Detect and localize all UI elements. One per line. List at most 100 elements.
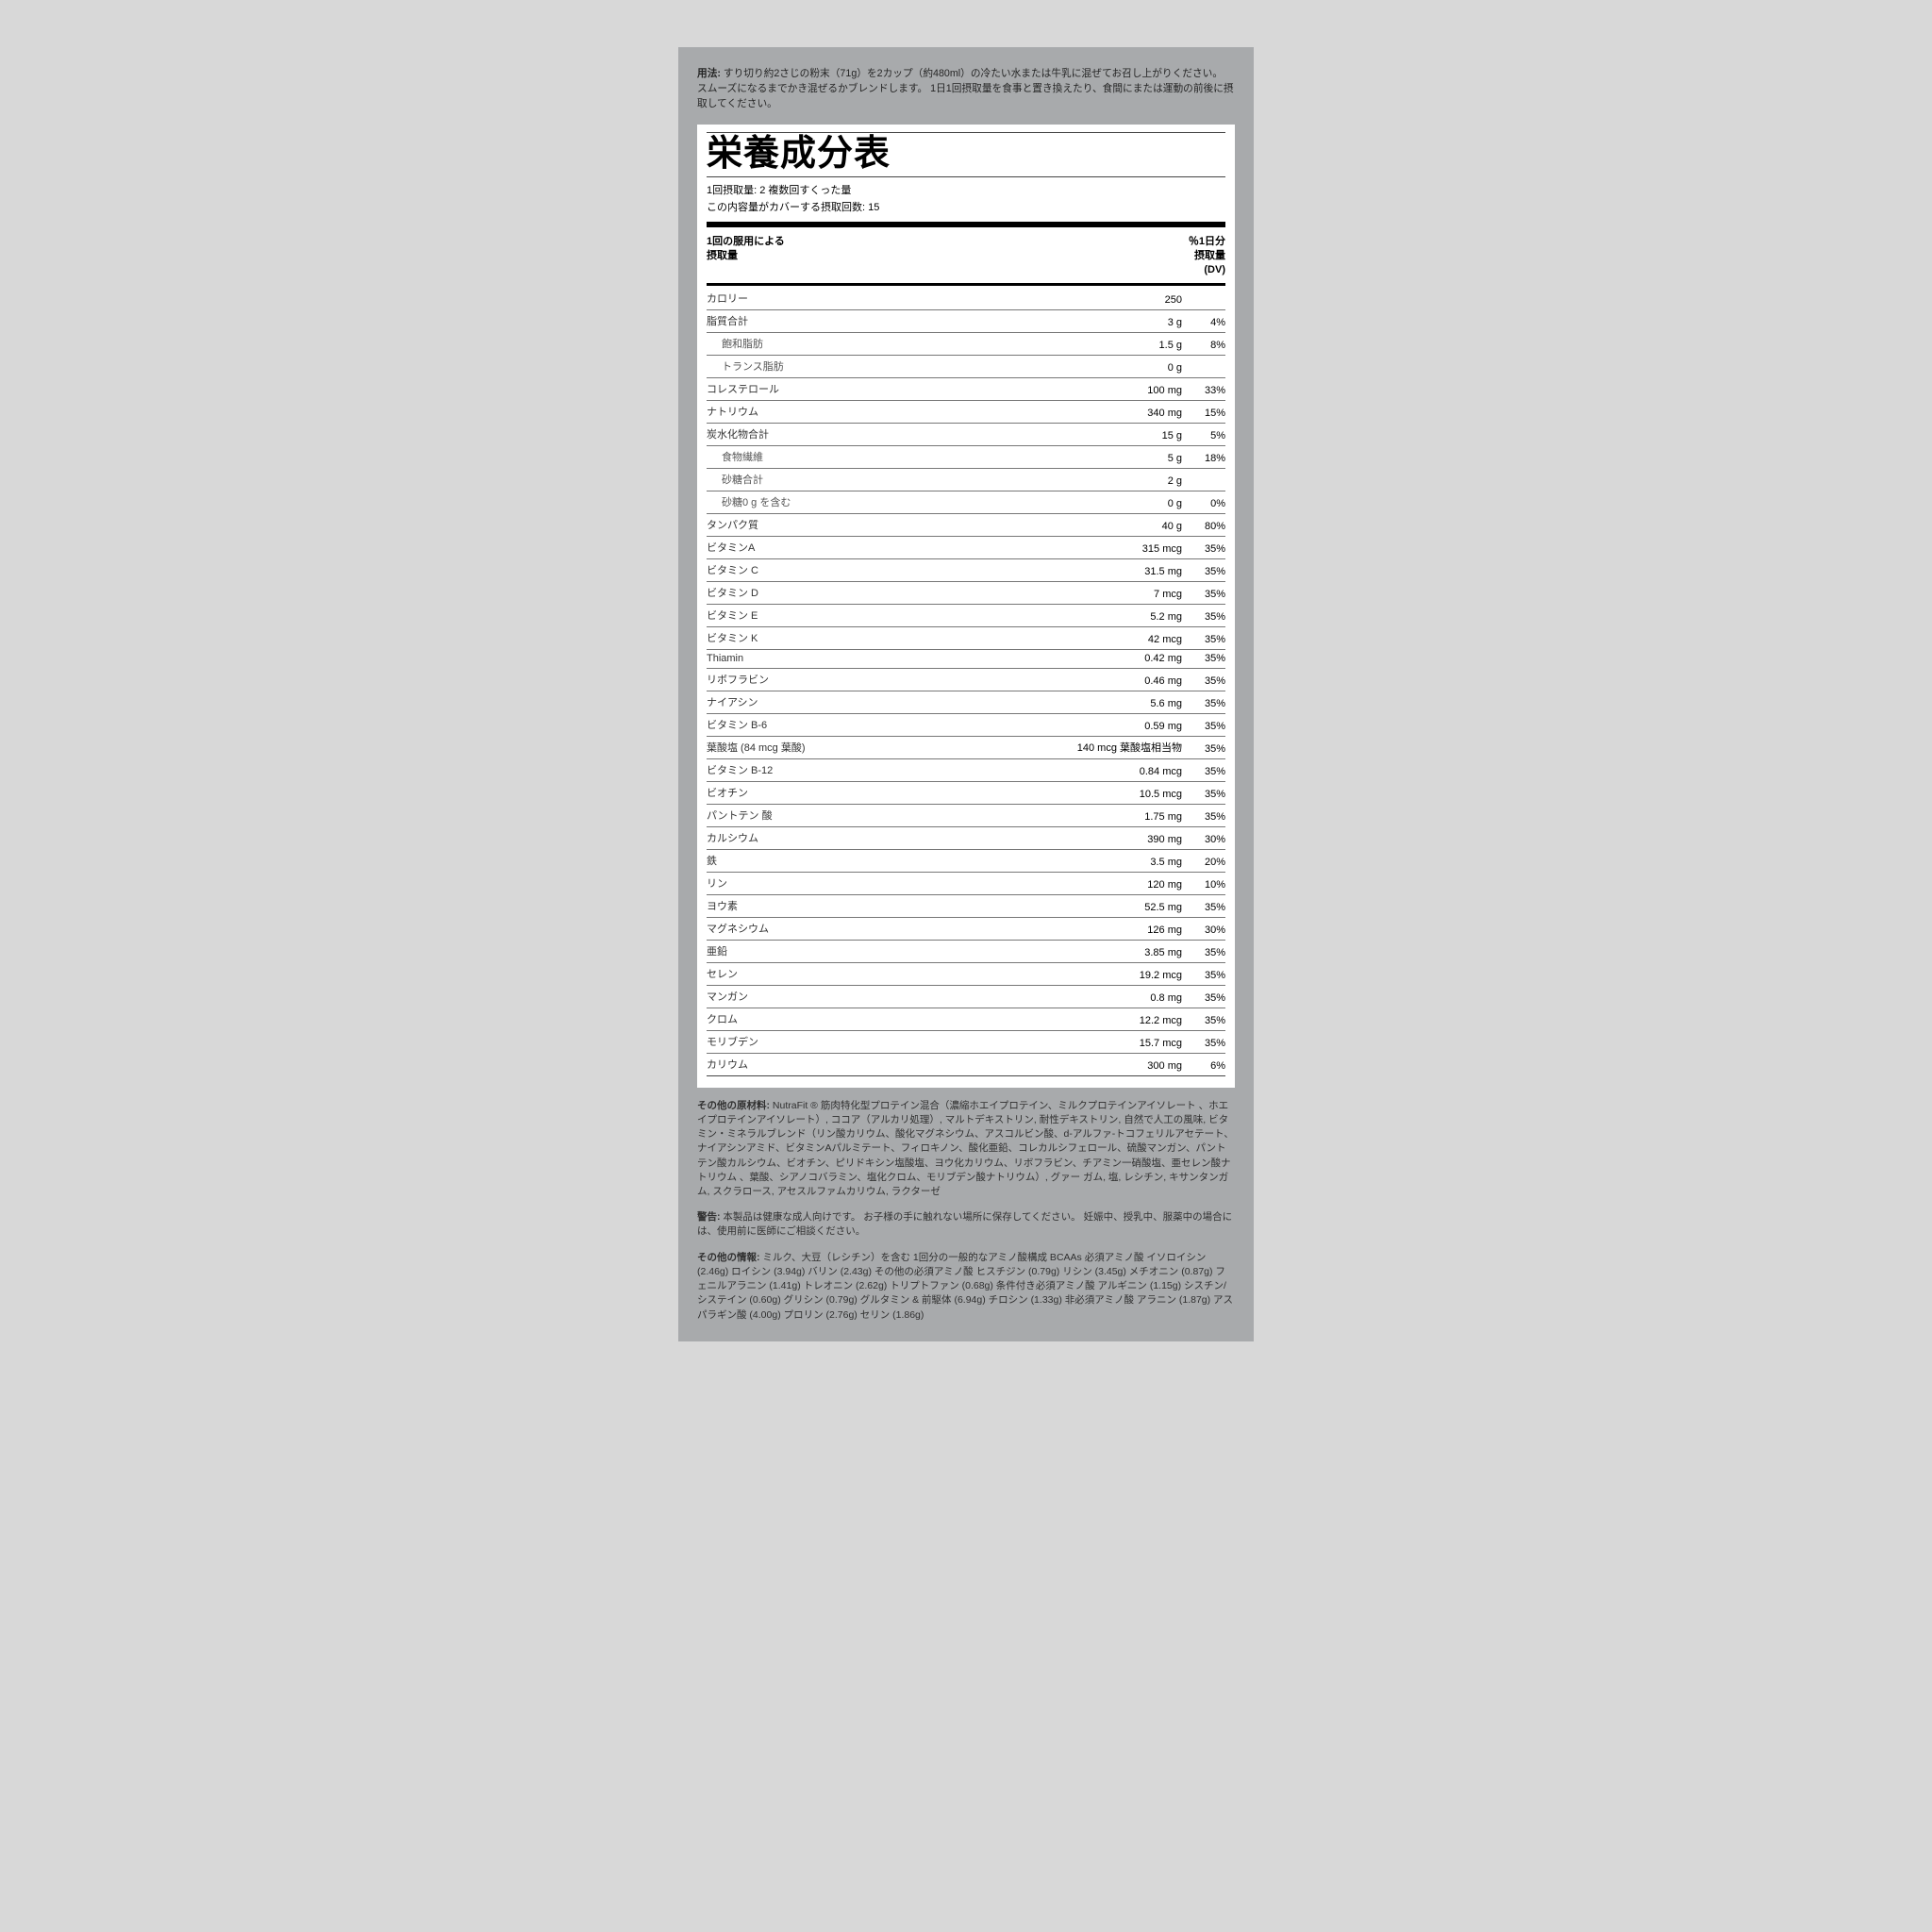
- nutrient-dv: 35%: [1188, 626, 1225, 649]
- table-row: 飽和脂肪1.5 g8%: [707, 332, 1225, 355]
- nutrient-dv: 35%: [1188, 781, 1225, 804]
- nutrient-dv: 20%: [1188, 849, 1225, 872]
- nutrient-name: 砂糖合計: [707, 468, 1050, 491]
- nutrient-amount: 120 mg: [1050, 872, 1188, 894]
- nutrient-amount: 3 g: [1050, 309, 1188, 332]
- table-row: 炭水化物合計15 g5%: [707, 423, 1225, 445]
- nutrient-name: モリブデン: [707, 1030, 1050, 1053]
- nutrition-table: カロリー250脂質合計3 g4%飽和脂肪1.5 g8%トランス脂肪0 gコレステ…: [707, 288, 1225, 1075]
- usage-block: 用法: すり切り約2さじの粉末（71g）を2カップ（約480ml）の冷たい水また…: [697, 66, 1235, 111]
- nutrient-amount: 5 g: [1050, 445, 1188, 468]
- table-row: ビタミン B-60.59 mg35%: [707, 713, 1225, 736]
- nutrient-amount: 19.2 mcg: [1050, 962, 1188, 985]
- table-row: ビタミン E5.2 mg35%: [707, 604, 1225, 626]
- nutrient-name: コレステロール: [707, 377, 1050, 400]
- table-row: モリブデン15.7 mcg35%: [707, 1030, 1225, 1053]
- nutrient-dv: 18%: [1188, 445, 1225, 468]
- nutrient-dv: 35%: [1188, 1030, 1225, 1053]
- nutrient-amount: 390 mg: [1050, 826, 1188, 849]
- hdr-right-1: ％1日分: [1189, 235, 1225, 249]
- nutrient-name: マンガン: [707, 985, 1050, 1008]
- nutrient-amount: 0.8 mg: [1050, 985, 1188, 1008]
- nutrient-dv: [1188, 288, 1225, 310]
- nutrient-amount: 300 mg: [1050, 1053, 1188, 1075]
- nutrient-amount: 15.7 mcg: [1050, 1030, 1188, 1053]
- nutrient-name: パントテン 酸: [707, 804, 1050, 826]
- usage-label: 用法:: [697, 68, 721, 79]
- nutrient-dv: 35%: [1188, 649, 1225, 668]
- panel-title: 栄養成分表: [707, 133, 1225, 176]
- nutrient-amount: 0.84 mcg: [1050, 758, 1188, 781]
- hdr-right-3: (DV): [1189, 263, 1225, 277]
- nutrient-dv: 35%: [1188, 581, 1225, 604]
- nutrient-amount: 31.5 mg: [1050, 558, 1188, 581]
- nutrient-dv: 30%: [1188, 826, 1225, 849]
- table-row: ヨウ素52.5 mg35%: [707, 894, 1225, 917]
- nutrient-amount: 2 g: [1050, 468, 1188, 491]
- nutrient-amount: 340 mg: [1050, 400, 1188, 423]
- column-header: 1回の服用による 摂取量 ％1日分 摂取量 (DV): [707, 229, 1225, 281]
- nutrient-dv: 35%: [1188, 536, 1225, 558]
- nutrient-dv: 35%: [1188, 691, 1225, 713]
- nutrient-name: リボフラビン: [707, 668, 1050, 691]
- hdr-left-2: 摂取量: [707, 249, 785, 263]
- nutrient-name: ビタミン E: [707, 604, 1050, 626]
- nutrient-amount: 315 mcg: [1050, 536, 1188, 558]
- nutrient-name: ビタミン B-12: [707, 758, 1050, 781]
- nutrient-name: 脂質合計: [707, 309, 1050, 332]
- nutrient-dv: 80%: [1188, 513, 1225, 536]
- nutrient-amount: 40 g: [1050, 513, 1188, 536]
- nutrient-amount: 0.46 mg: [1050, 668, 1188, 691]
- table-row: ビタミン K42 mcg35%: [707, 626, 1225, 649]
- nutrient-amount: 7 mcg: [1050, 581, 1188, 604]
- nutrient-dv: 35%: [1188, 985, 1225, 1008]
- nutrient-name: 砂糖0 g を含む: [707, 491, 1050, 513]
- nutrient-name: タンパク質: [707, 513, 1050, 536]
- table-row: ビタミンA315 mcg35%: [707, 536, 1225, 558]
- nutrient-dv: 35%: [1188, 736, 1225, 758]
- nutrient-dv: 35%: [1188, 758, 1225, 781]
- nutrient-dv: 35%: [1188, 713, 1225, 736]
- nutrient-amount: 3.85 mg: [1050, 940, 1188, 962]
- table-row: 脂質合計3 g4%: [707, 309, 1225, 332]
- table-row: 食物繊維5 g18%: [707, 445, 1225, 468]
- hdr-right-2: 摂取量: [1189, 249, 1225, 263]
- nutrient-name: クロム: [707, 1008, 1050, 1030]
- serving-size: 1回摂取量: 2 複数回すくった量: [707, 183, 1225, 200]
- nutrient-name: カルシウム: [707, 826, 1050, 849]
- other-ingredients-text: NutraFit ® 筋肉特化型プロテイン混合（濃縮ホエイプロテイン、ミルクプロ…: [697, 1100, 1234, 1197]
- nutrient-name: 食物繊維: [707, 445, 1050, 468]
- nutrient-amount: 126 mg: [1050, 917, 1188, 940]
- warning-text: 本製品は健康な成人向けです。 お子様の手に触れない場所に保存してください。 妊娠…: [697, 1211, 1232, 1237]
- nutrient-name: ビタミン K: [707, 626, 1050, 649]
- nutrient-dv: 15%: [1188, 400, 1225, 423]
- table-row: 亜鉛3.85 mg35%: [707, 940, 1225, 962]
- warning-block: 警告: 本製品は健康な成人向けです。 お子様の手に触れない場所に保存してください…: [697, 1210, 1235, 1239]
- nutrient-amount: 1.5 g: [1050, 332, 1188, 355]
- nutrient-dv: 35%: [1188, 604, 1225, 626]
- table-row: ビタミン C31.5 mg35%: [707, 558, 1225, 581]
- nutrient-amount: 10.5 mcg: [1050, 781, 1188, 804]
- nutrient-dv: 10%: [1188, 872, 1225, 894]
- nutrient-amount: 0 g: [1050, 355, 1188, 377]
- other-ingredients-block: その他の原材料: NutraFit ® 筋肉特化型プロテイン混合（濃縮ホエイプロ…: [697, 1099, 1235, 1200]
- nutrient-name: 亜鉛: [707, 940, 1050, 962]
- nutrient-dv: 35%: [1188, 804, 1225, 826]
- nutrient-name: ヨウ素: [707, 894, 1050, 917]
- nutrient-amount: 250: [1050, 288, 1188, 310]
- table-row: 砂糖合計2 g: [707, 468, 1225, 491]
- nutrient-amount: 0.42 mg: [1050, 649, 1188, 668]
- nutrient-name: リン: [707, 872, 1050, 894]
- nutrient-name: ナトリウム: [707, 400, 1050, 423]
- nutrient-dv: 4%: [1188, 309, 1225, 332]
- nutrient-name: ビオチン: [707, 781, 1050, 804]
- nutrient-name: ビタミン C: [707, 558, 1050, 581]
- nutrient-dv: 30%: [1188, 917, 1225, 940]
- nutrient-name: ビタミン D: [707, 581, 1050, 604]
- nutrient-name: セレン: [707, 962, 1050, 985]
- nutrient-amount: 0.59 mg: [1050, 713, 1188, 736]
- other-info-label: その他の情報:: [697, 1252, 760, 1263]
- nutrient-dv: 35%: [1188, 558, 1225, 581]
- table-row: ナイアシン5.6 mg35%: [707, 691, 1225, 713]
- nutrient-name: 炭水化物合計: [707, 423, 1050, 445]
